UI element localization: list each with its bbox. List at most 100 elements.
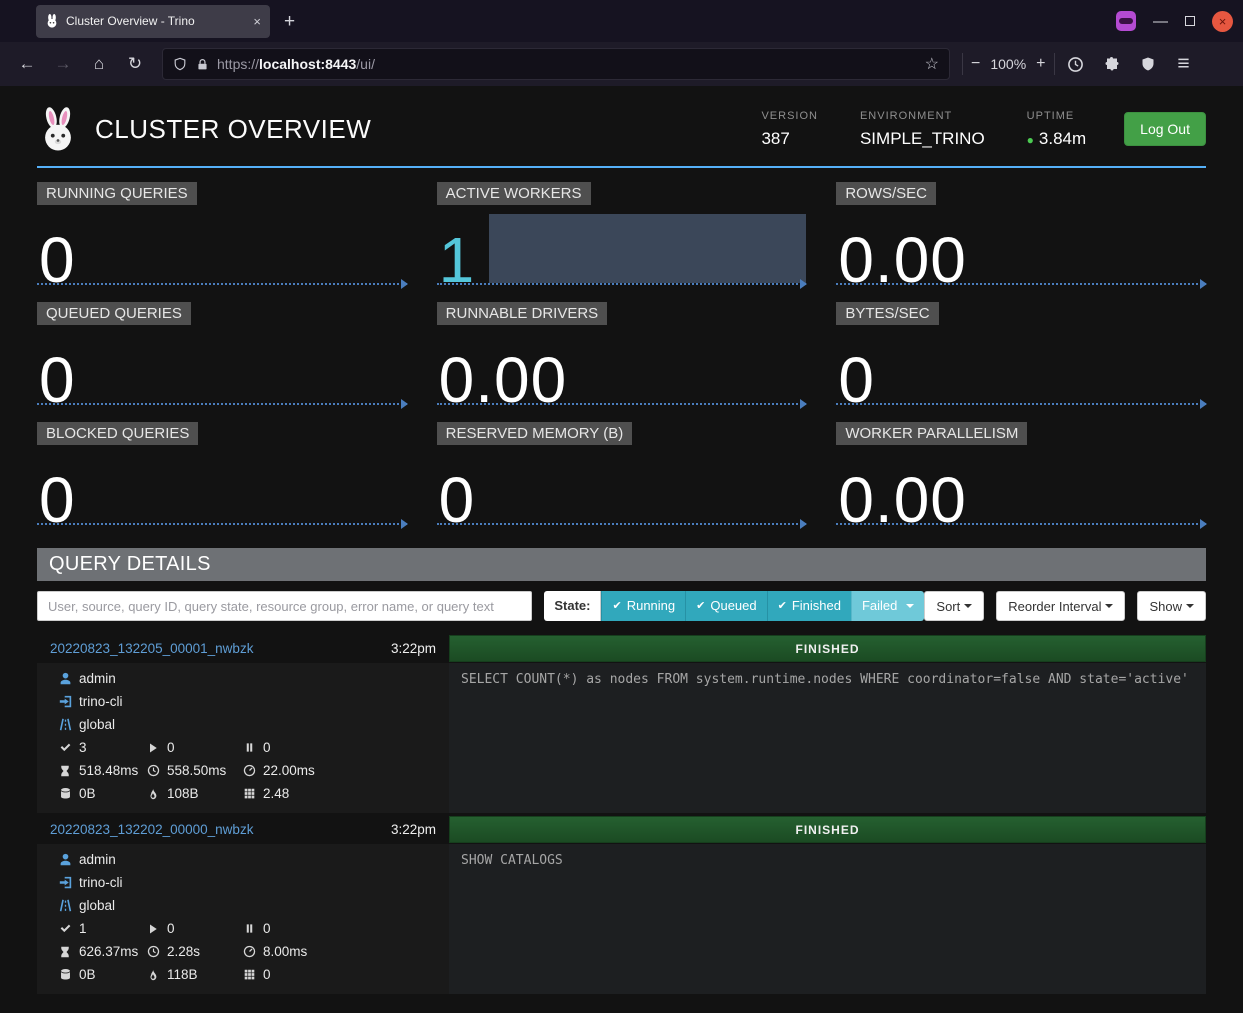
stat-label: RESERVED MEMORY (B) — [437, 422, 633, 445]
query-user: admin — [79, 852, 116, 867]
zoom-out-button[interactable]: − — [971, 55, 980, 73]
window-minimize-button[interactable]: — — [1153, 14, 1168, 29]
cluster-header: CLUSTER OVERVIEW VERSION 387 ENVIRONMENT… — [37, 86, 1206, 154]
reload-button[interactable]: ↻ — [120, 49, 150, 79]
url-host: localhost:8443 — [259, 56, 356, 72]
new-tab-button[interactable]: + — [284, 12, 295, 31]
stat-runnable-drivers: RUNNABLE DRIVERS 0.00 — [437, 302, 807, 412]
stat-label: BLOCKED QUERIES — [37, 422, 198, 445]
window-restore-button[interactable] — [1185, 16, 1195, 26]
sparkline: 0 — [37, 209, 407, 285]
state-filter-queued[interactable]: ✔Queued — [685, 591, 766, 621]
url-text[interactable]: https://localhost:8443/ui/ — [217, 56, 917, 72]
trino-bunny-logo — [37, 104, 79, 154]
query-sql-text: SELECT COUNT(*) as nodes FROM system.run… — [449, 663, 1206, 813]
uptime-label: UPTIME — [1027, 110, 1087, 122]
current-memory: 0B — [79, 967, 96, 982]
cluster-info: VERSION 387 ENVIRONMENT SIMPLE_TRINO UPT… — [761, 110, 1086, 149]
url-path: /ui/ — [356, 56, 375, 72]
stat-value: 0.00 — [838, 228, 967, 292]
zoom-controls: − 100% + — [962, 53, 1055, 75]
browser-toolbar: ← → ⌂ ↻ https://localhost:8443/ui/ ☆ − 1… — [0, 42, 1243, 86]
extension-badge-icon[interactable] — [1116, 11, 1136, 31]
running-splits: 0 — [167, 740, 175, 755]
state-filter-label: State: — [544, 591, 601, 621]
show-dropdown-button[interactable]: Show — [1137, 591, 1206, 621]
home-button[interactable]: ⌂ — [84, 49, 114, 79]
tab-title: Cluster Overview - Trino — [66, 14, 246, 28]
query-resource-group-row: global — [58, 713, 439, 736]
state-filter-running[interactable]: ✔Running — [601, 591, 685, 621]
stat-bytes-sec: BYTES/SEC 0 — [836, 302, 1206, 412]
menu-hamburger-icon[interactable]: ≡ — [1169, 49, 1199, 79]
browser-tab[interactable]: Cluster Overview - Trino × — [36, 5, 270, 38]
query-memory-row: 0B 118B 0 — [58, 963, 439, 986]
queued-splits: 0 — [263, 921, 271, 936]
window-close-button[interactable]: × — [1212, 11, 1233, 32]
cpu-time: 22.00ms — [263, 763, 315, 778]
state-filter-finished[interactable]: ✔Finished — [767, 591, 851, 621]
query-user-row: admin — [58, 667, 439, 690]
stat-label: ACTIVE WORKERS — [437, 182, 591, 205]
elapsed-time: 558.50ms — [167, 763, 226, 778]
uptime-status-dot: ● — [1027, 133, 1034, 147]
fire-icon — [146, 787, 160, 801]
lock-icon[interactable] — [195, 57, 209, 71]
sparkline-arrow-icon — [401, 519, 408, 529]
stat-value: 0.00 — [439, 348, 568, 412]
query-id-link[interactable]: 20220823_132202_00000_nwbzk — [37, 822, 253, 837]
query-id-link[interactable]: 20220823_132205_00001_nwbzk — [37, 641, 253, 656]
sparkline: 1 — [437, 209, 807, 285]
bookmark-star-icon[interactable]: ☆ — [925, 54, 939, 74]
stat-worker-parallelism: WORKER PARALLELISM 0.00 — [836, 422, 1206, 532]
query-user-row: admin — [58, 848, 439, 871]
peak-memory: 108B — [167, 786, 199, 801]
check-ok-icon — [58, 741, 72, 755]
query-filter-toolbar: State: ✔Running ✔Queued ✔Finished Failed… — [37, 591, 1206, 621]
url-scheme: https:// — [217, 56, 259, 72]
trino-favicon — [45, 14, 59, 28]
window-controls: — × — [1116, 0, 1233, 42]
database-icon — [58, 968, 72, 982]
query-time: 3:22pm — [391, 822, 449, 837]
play-icon — [146, 741, 160, 755]
zoom-in-button[interactable]: + — [1036, 55, 1045, 73]
query-search-input[interactable] — [37, 591, 532, 621]
state-filter-failed-dropdown[interactable]: Failed — [851, 591, 924, 621]
state-filter-group: State: ✔Running ✔Queued ✔Finished Failed — [544, 591, 924, 621]
protections-shield-icon[interactable] — [1133, 49, 1163, 79]
query-card-header: 20220823_132205_00001_nwbzk 3:22pm FINIS… — [37, 635, 1206, 662]
history-clock-icon[interactable] — [1061, 49, 1091, 79]
sparkline: 0 — [836, 329, 1206, 405]
stat-value: 0 — [39, 468, 76, 532]
tab-close-icon[interactable]: × — [253, 15, 261, 28]
log-in-icon — [58, 695, 72, 709]
zoom-level[interactable]: 100% — [990, 56, 1026, 72]
uptime-value: 3.84m — [1039, 129, 1086, 148]
caret-down-icon — [964, 604, 972, 608]
sparkline: 0 — [37, 449, 407, 525]
query-info-panel: admin trino-cli global 1 0 0 626.37ms — [37, 844, 449, 994]
logout-button[interactable]: Log Out — [1124, 112, 1206, 146]
url-bar[interactable]: https://localhost:8443/ui/ ☆ — [162, 48, 950, 80]
environment-label: ENVIRONMENT — [860, 110, 985, 122]
query-source-row: trino-cli — [58, 690, 439, 713]
extensions-puzzle-icon[interactable] — [1097, 49, 1127, 79]
query-resource-group: global — [79, 717, 115, 732]
tracking-protection-shield-icon[interactable] — [173, 57, 187, 71]
query-details-title: QUERY DETAILS — [37, 548, 1206, 581]
stat-label: RUNNING QUERIES — [37, 182, 197, 205]
stat-label: ROWS/SEC — [836, 182, 936, 205]
reorder-interval-dropdown-button[interactable]: Reorder Interval — [996, 591, 1125, 621]
stat-reserved-memory: RESERVED MEMORY (B) 0 — [437, 422, 807, 532]
sparkline-arrow-icon — [401, 279, 408, 289]
forward-button[interactable]: → — [48, 49, 78, 79]
running-splits: 0 — [167, 921, 175, 936]
back-button[interactable]: ← — [12, 49, 42, 79]
caret-down-icon — [1105, 604, 1113, 608]
sort-dropdown-button[interactable]: Sort — [924, 591, 984, 621]
stat-label: BYTES/SEC — [836, 302, 938, 325]
caret-down-icon — [906, 604, 914, 608]
elapsed-time: 2.28s — [167, 944, 200, 959]
stat-running-queries: RUNNING QUERIES 0 — [37, 182, 407, 292]
